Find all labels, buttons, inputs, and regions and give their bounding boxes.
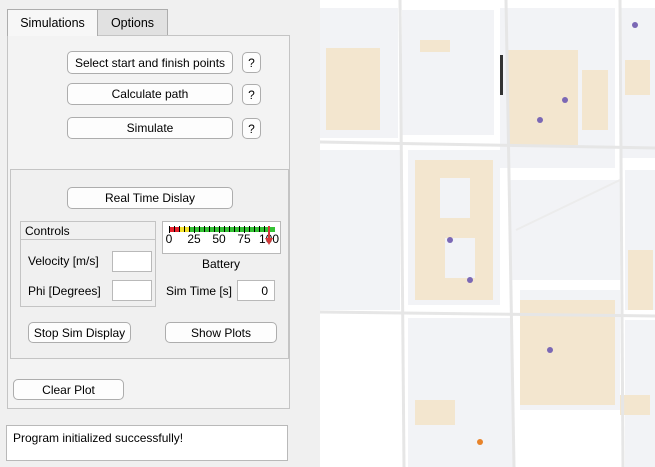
status-message: Program initialized successfully! [13,431,184,445]
battery-gauge-tick [234,226,235,232]
tab-simulations[interactable]: Simulations [7,9,98,36]
battery-needle-icon [265,226,273,245]
map-canvas[interactable] [320,0,655,467]
velocity-field[interactable] [112,251,152,272]
battery-gauge-tick [184,226,185,232]
battery-gauge-tick [254,226,255,232]
sim-time-field[interactable] [237,280,275,301]
battery-label: Battery [202,257,241,271]
battery-gauge-tick [174,226,175,232]
battery-gauge-tick [179,226,180,232]
battery-gauge-tick [229,226,230,232]
map-view[interactable] [320,0,655,467]
battery-gauge-number: 25 [187,232,201,246]
calculate-path-help-button[interactable]: ? [242,84,261,105]
battery-gauge-number: 0 [165,232,173,246]
battery-gauge-number: 75 [237,232,251,246]
show-plots-button[interactable]: Show Plots [165,322,277,343]
calculate-path-button[interactable]: Calculate path [67,83,233,105]
select-points-button[interactable]: Select start and finish points [67,51,233,74]
velocity-label: Velocity [m/s] [28,254,99,268]
realtime-display-button[interactable]: Real Time Dislay [67,187,233,209]
simulate-help-button[interactable]: ? [242,118,261,139]
phi-field[interactable] [112,280,152,301]
tab-options[interactable]: Options [97,9,168,35]
controls-title: Controls [25,224,70,238]
battery-gauge-tick [204,226,205,232]
battery-gauge: 0255075100 [162,221,281,254]
select-points-help-button[interactable]: ? [242,52,261,73]
battery-gauge-tick [209,226,210,232]
status-box: Program initialized successfully! [6,425,288,461]
tab-simulations-label: Simulations [20,16,85,30]
battery-gauge-number: 50 [212,232,226,246]
stop-sim-display-button[interactable]: Stop Sim Display [28,322,131,343]
sim-time-label: Sim Time [s] [166,284,233,298]
simulate-button[interactable]: Simulate [67,117,233,139]
tab-options-label: Options [110,15,155,30]
clear-plot-button[interactable]: Clear Plot [13,379,124,400]
phi-label: Phi [Degrees] [28,284,101,298]
